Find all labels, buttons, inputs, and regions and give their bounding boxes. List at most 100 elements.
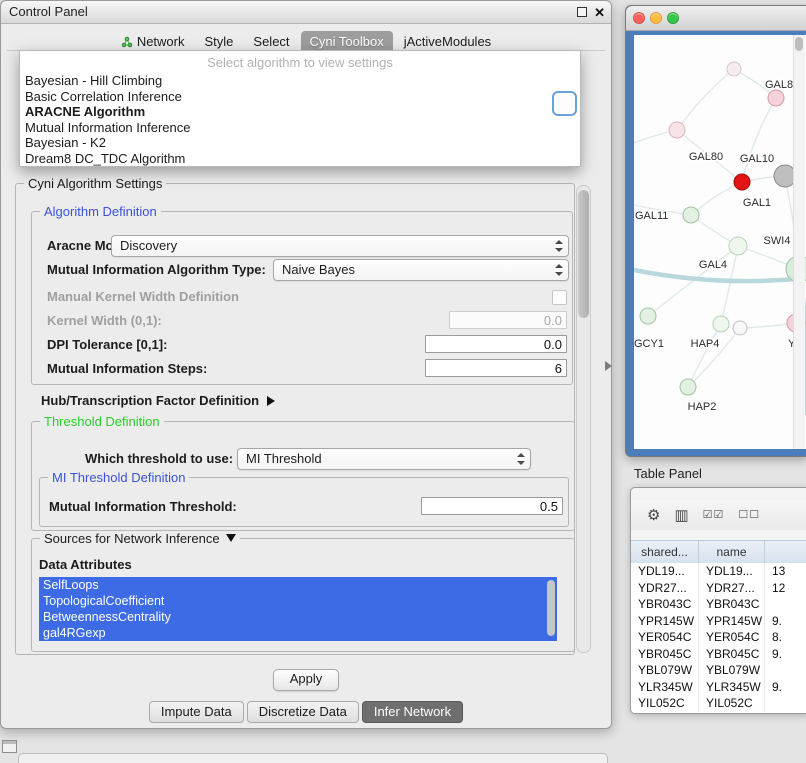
select-all-icon[interactable]: ☑☑ xyxy=(703,510,725,521)
mi-steps-field[interactable] xyxy=(425,359,567,377)
algorithm-option-bayesian-k2[interactable]: Bayesian - K2 xyxy=(20,135,580,151)
network-node[interactable] xyxy=(729,237,747,255)
network-scrollbar[interactable] xyxy=(793,35,805,449)
manual-kernel-checkbox[interactable] xyxy=(552,290,567,305)
network-edge[interactable] xyxy=(688,324,721,387)
table-row[interactable]: YLR345WYLR345W9. xyxy=(631,679,806,696)
table-cell: YBR045C xyxy=(631,646,699,663)
network-node-label: HAP2 xyxy=(688,401,717,413)
network-node-label: GAL80 xyxy=(689,151,723,163)
network-node[interactable] xyxy=(734,174,750,190)
which-threshold-label: Which threshold to use: xyxy=(85,451,233,466)
network-node[interactable] xyxy=(669,122,685,138)
zoom-traffic-light[interactable] xyxy=(667,12,679,24)
kernel-width-field[interactable] xyxy=(449,311,567,329)
aracne-mode-combo[interactable]: Discovery xyxy=(111,235,569,257)
data-attributes-list[interactable]: SelfLoopsTopologicalCoefficientBetweenne… xyxy=(39,577,557,641)
attribute-item-betweennesscentrality[interactable]: BetweennessCentrality xyxy=(39,609,557,625)
tab-label: Cyni Toolbox xyxy=(310,34,384,49)
network-node-label: GAL4 xyxy=(699,259,727,271)
network-scrollbar-thumb[interactable] xyxy=(795,37,803,51)
control-panel-titlebar[interactable]: Control Panel ✕ xyxy=(1,1,611,24)
algorithm-option-dream8-dc-tdc-algorithm[interactable]: Dream8 DC_TDC Algorithm xyxy=(20,151,580,167)
sources-legend[interactable]: Sources for Network Inference xyxy=(40,531,240,546)
panel-collapse-handle[interactable] xyxy=(605,361,612,371)
table-cell: YLR345W xyxy=(631,679,699,696)
columns-icon[interactable]: ▥ xyxy=(674,508,688,523)
mi-threshold-field[interactable] xyxy=(421,497,563,515)
network-node-label: GAL8 xyxy=(765,79,793,91)
mi-type-combo[interactable]: Naive Bayes xyxy=(273,259,569,281)
apply-button[interactable]: Apply xyxy=(273,669,339,691)
network-node[interactable] xyxy=(768,90,784,106)
table-panel-label: Table Panel xyxy=(634,466,702,481)
table-cell: YER054C xyxy=(631,629,699,646)
hub-definition-toggle[interactable]: Hub/Transcription Factor Definition xyxy=(41,393,275,408)
algorithm-option-bayesian-hill-climbing[interactable]: Bayesian - Hill Climbing xyxy=(20,73,580,89)
table-row[interactable]: YPR145WYPR145W9. xyxy=(631,613,806,630)
minimize-traffic-light[interactable] xyxy=(650,12,662,24)
kernel-width-label: Kernel Width (0,1): xyxy=(47,313,162,328)
algorithm-dropdown-popup: Select algorithm to view settings Bayesi… xyxy=(19,50,581,167)
tab-label: Style xyxy=(205,34,234,49)
network-window-titlebar[interactable] xyxy=(626,6,806,31)
control-panel-window: Control Panel ✕ NetworkStyleSelectCyni T… xyxy=(0,0,612,729)
attribute-item-topologicalcoefficient[interactable]: TopologicalCoefficient xyxy=(39,593,557,609)
dpi-tolerance-field[interactable] xyxy=(425,335,567,353)
table-cell: 9. xyxy=(765,613,806,630)
algorithm-option-basic-correlation-inference[interactable]: Basic Correlation Inference xyxy=(20,89,580,105)
network-canvas[interactable]: GAL8GAL80GAL10GAL11GAL1SWI4GAL4GCY1HAP4Y… xyxy=(634,35,806,449)
settings-scrollbar[interactable] xyxy=(576,185,591,653)
bottom-tab-infer-network[interactable]: Infer Network xyxy=(362,701,463,723)
which-threshold-value: MI Threshold xyxy=(246,449,322,469)
network-node[interactable] xyxy=(727,62,741,76)
table-cell: YDR27... xyxy=(631,580,699,597)
attribute-item-selfloops[interactable]: SelfLoops xyxy=(39,577,557,593)
table-row[interactable]: YDL19...YDL19...13 xyxy=(631,563,806,580)
mi-type-value: Naive Bayes xyxy=(282,260,355,280)
network-node-label: GCY1 xyxy=(634,338,664,350)
algorithm-option-aracne-algorithm[interactable]: ARACNE Algorithm xyxy=(20,104,580,120)
control-panel-title: Control Panel xyxy=(1,4,88,19)
network-node[interactable] xyxy=(713,316,729,332)
attribute-list-scrollbar-thumb[interactable] xyxy=(547,580,555,636)
bottom-tab-impute-data[interactable]: Impute Data xyxy=(149,701,244,723)
column-header-2[interactable] xyxy=(765,541,806,564)
table-cell: YBL079W xyxy=(631,662,699,679)
bottom-tab-discretize-data[interactable]: Discretize Data xyxy=(247,701,359,723)
table-row[interactable]: YER054CYER054C8. xyxy=(631,629,806,646)
network-edge[interactable] xyxy=(691,182,742,215)
attribute-item-gal4rgexp[interactable]: gal4RGexp xyxy=(39,625,557,641)
expand-right-icon xyxy=(267,396,275,406)
table-cell: YPR145W xyxy=(699,613,765,630)
mi-steps-label: Mutual Information Steps: xyxy=(47,361,207,376)
gear-icon[interactable]: ⚙ xyxy=(647,508,660,523)
close-icon[interactable]: ✕ xyxy=(594,6,605,19)
column-header-shared[interactable]: shared... xyxy=(631,541,699,564)
table-row[interactable]: YDR27...YDR27...12 xyxy=(631,580,806,597)
column-header-name[interactable]: name xyxy=(699,541,765,564)
algorithm-option-mutual-information-inference[interactable]: Mutual Information Inference xyxy=(20,120,580,136)
network-node[interactable] xyxy=(640,308,656,324)
table-row[interactable]: YBR043CYBR043C xyxy=(631,596,806,613)
table-row[interactable]: YIL052CYIL052C xyxy=(631,695,806,712)
network-edge[interactable] xyxy=(634,270,806,281)
network-edge[interactable] xyxy=(742,98,776,182)
settings-scrollbar-thumb[interactable] xyxy=(578,190,589,318)
algorithm-list: Bayesian - Hill ClimbingBasic Correlatio… xyxy=(20,73,580,166)
mi-type-label: Mutual Information Algorithm Type: xyxy=(47,262,266,277)
minimized-panel-icon[interactable] xyxy=(2,740,17,753)
network-node[interactable] xyxy=(683,207,699,223)
which-threshold-combo[interactable]: MI Threshold xyxy=(237,448,531,470)
close-traffic-light[interactable] xyxy=(633,12,645,24)
float-panel-icon[interactable] xyxy=(577,7,587,17)
tab-label: Select xyxy=(253,34,289,49)
combo-arrows-icon xyxy=(554,260,564,280)
network-node[interactable] xyxy=(733,321,747,335)
deselect-all-icon[interactable]: ☐☐ xyxy=(738,510,760,521)
network-node[interactable] xyxy=(680,379,696,395)
table-row[interactable]: YBL079WYBL079W xyxy=(631,662,806,679)
network-graph[interactable]: GAL8GAL80GAL10GAL11GAL1SWI4GAL4GCY1HAP4Y… xyxy=(634,35,806,449)
network-edge[interactable] xyxy=(677,69,734,130)
table-row[interactable]: YBR045CYBR045C9. xyxy=(631,646,806,663)
